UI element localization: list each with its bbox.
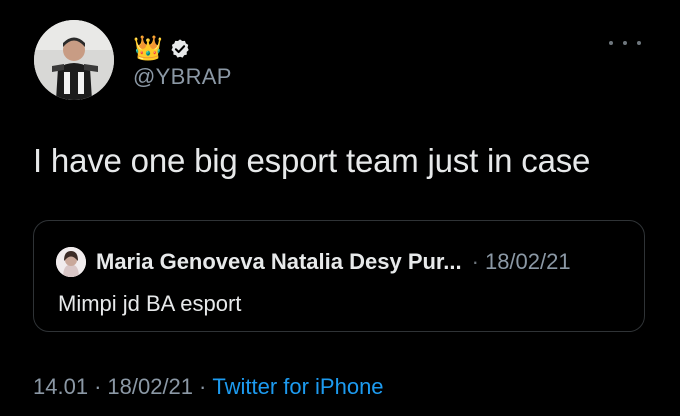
more-dot xyxy=(609,41,613,45)
crown-emoji: 👑 xyxy=(133,35,163,62)
quoted-author-name: Maria Genoveva Natalia Desy Pur... xyxy=(96,249,462,274)
quoted-separator: · xyxy=(471,249,479,274)
tweet-text: I have one big esport team just in case xyxy=(33,142,591,179)
more-dot xyxy=(623,41,627,45)
verified-badge-icon xyxy=(171,39,189,58)
tweet-meta: 14.01 · 18/02/21 · Twitter for iPhone xyxy=(33,374,384,400)
more-dot xyxy=(637,41,641,45)
quoted-avatar-image xyxy=(56,247,86,277)
author-handle[interactable]: @YBRAP xyxy=(133,64,232,90)
meta-separator: · xyxy=(199,374,207,399)
author-avatar[interactable] xyxy=(34,20,114,100)
quoted-date: 18/02/21 xyxy=(484,249,571,274)
quoted-tweet-header: Maria Genoveva Natalia Desy Pur... · 18/… xyxy=(56,247,571,277)
tweet-date: 18/02/21 xyxy=(107,374,194,399)
author-avatar-image xyxy=(34,20,114,100)
tweet-source-link[interactable]: Twitter for iPhone xyxy=(212,374,383,399)
tweet-detail: 👑 @YBRAP I have one big esport team just… xyxy=(0,0,680,416)
quoted-tweet-card[interactable]: Maria Genoveva Natalia Desy Pur... · 18/… xyxy=(33,220,645,332)
author-name-row[interactable]: 👑 xyxy=(133,35,191,63)
more-options-icon[interactable] xyxy=(609,36,641,50)
meta-separator: · xyxy=(94,374,102,399)
tweet-time: 14.01 xyxy=(33,374,89,399)
quoted-author-avatar xyxy=(56,247,86,277)
quoted-tweet-text: Mimpi jd BA esport xyxy=(58,291,242,316)
